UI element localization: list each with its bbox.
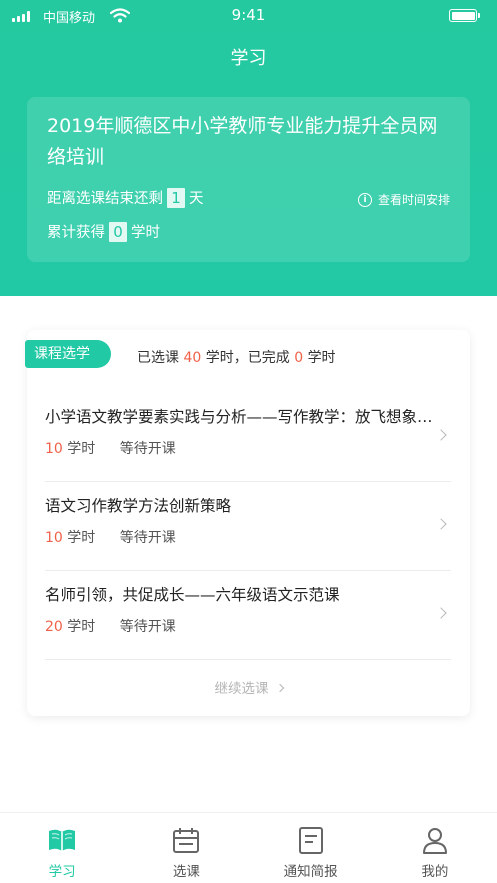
calendar-icon (173, 828, 200, 853)
course-meta: 10 学时 等待开课 (45, 441, 176, 457)
selection-countdown: 距离选课结束还剩 1 天 (47, 187, 204, 208)
document-icon (298, 827, 323, 854)
chevron-right-icon (435, 518, 447, 530)
status-bar: 中国移动 9:41 (0, 0, 497, 32)
tab-study[interactable]: 学习 (0, 813, 124, 883)
earned-hours: 累计获得 0 学时 (47, 221, 160, 242)
tab-course-select[interactable]: 选课 (124, 813, 248, 883)
continue-selection-button[interactable]: 继续选课 (27, 677, 470, 697)
chevron-right-icon (435, 607, 447, 619)
tab-profile[interactable]: 我的 (373, 813, 497, 883)
course-meta: 20 学时 等待开课 (45, 619, 176, 635)
course-status: 等待开课 (119, 530, 176, 546)
view-schedule-link[interactable]: i 查看时间安排 (357, 191, 450, 208)
user-icon (422, 828, 447, 854)
completed-hours: 0 (294, 350, 304, 366)
course-name: 小学语文教学要素实践与分析——写作教学：放飞想象，自由表达 (45, 408, 433, 426)
course-list-item[interactable]: 名师引领，共促成长——六年级语文示范课 20 学时 等待开课 (45, 571, 451, 660)
course-name: 语文习作教学方法创新策略 (45, 497, 232, 515)
book-icon (49, 829, 76, 851)
training-summary-card: 2019年顺德区中小学教师专业能力提升全员网络培训 距离选课结束还剩 1 天 i… (27, 97, 470, 262)
clock: 9:41 (231, 6, 266, 24)
tab-notices[interactable]: 通知简报 (249, 813, 373, 883)
battery-icon (449, 9, 480, 22)
course-selection-card: 课程选学 已选课 40 学时，已完成 0 学时 小学语文教学要素实践与分析——写… (25, 330, 470, 716)
course-status: 等待开课 (119, 619, 176, 635)
chevron-right-icon (435, 429, 447, 441)
course-list-item[interactable]: 语文习作教学方法创新策略 10 学时 等待开课 (45, 482, 451, 571)
info-icon: i (357, 192, 372, 207)
page-title: 学习 (230, 48, 267, 69)
selection-summary: 已选课 40 学时，已完成 0 学时 (137, 350, 336, 366)
course-name: 名师引领，共促成长——六年级语文示范课 (45, 586, 340, 604)
earned-hours-value: 0 (109, 221, 127, 242)
chevron-right-icon (275, 683, 284, 693)
tab-bar: 学习 选课 通知简报 我的 (0, 812, 497, 883)
course-status: 等待开课 (119, 441, 176, 457)
training-title: 2019年顺德区中小学教师专业能力提升全员网络培训 (47, 115, 438, 168)
course-list-item[interactable]: 小学语文教学要素实践与分析——写作教学：放飞想象，自由表达 10 学时 等待开课 (45, 393, 451, 482)
selected-hours: 40 (183, 350, 202, 366)
course-meta: 10 学时 等待开课 (45, 530, 176, 546)
course-selection-tag: 课程选学 (25, 340, 111, 368)
countdown-days: 1 (167, 187, 185, 208)
